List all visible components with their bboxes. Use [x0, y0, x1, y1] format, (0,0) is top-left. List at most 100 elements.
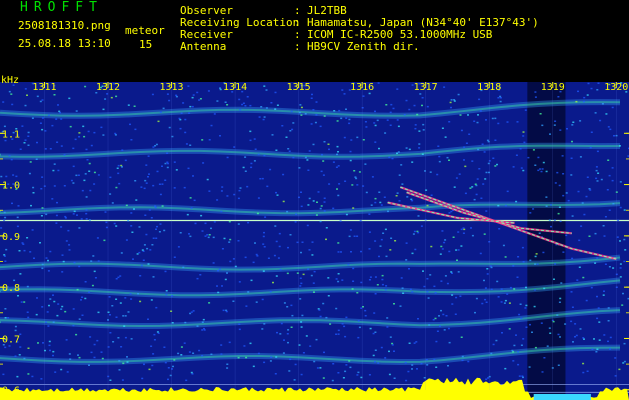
noise-pixel: [154, 145, 157, 147]
noise-pixel: [379, 201, 382, 204]
noise-pixel: [287, 246, 289, 249]
noise-pixel: [118, 360, 121, 362]
noise-pixel: [374, 124, 377, 127]
noise-pixel: [270, 356, 273, 358]
noise-pixel: [254, 242, 256, 244]
noise-pixel: [313, 291, 315, 293]
noise-pixel: [339, 220, 342, 222]
noise-pixel: [386, 317, 389, 319]
noise-pixel: [345, 213, 348, 216]
noise-pixel: [362, 95, 365, 97]
noise-pixel: [350, 251, 352, 253]
noise-pixel: [337, 165, 340, 167]
noise-pixel: [299, 277, 302, 279]
noise-pixel: [429, 171, 432, 173]
noise-pixel: [454, 313, 457, 315]
noise-pixel: [145, 233, 148, 236]
noise-pixel: [397, 151, 400, 153]
noise-pixel: [204, 235, 207, 237]
noise-pixel: [344, 180, 347, 182]
noise-pixel: [153, 333, 156, 336]
noise-pixel: [385, 255, 388, 258]
noise-pixel: [465, 142, 468, 144]
noise-pixel: [60, 145, 63, 147]
noise-pixel: [405, 259, 408, 261]
noise-pixel: [146, 247, 149, 250]
noise-pixel: [359, 220, 362, 222]
noise-pixel: [299, 298, 302, 300]
noise-pixel: [307, 169, 310, 171]
noise-pixel: [282, 173, 285, 176]
noise-pixel: [312, 109, 315, 111]
noise-pixel: [556, 171, 559, 174]
noise-pixel: [93, 270, 96, 273]
noise-pixel: [60, 368, 63, 371]
noise-pixel: [16, 225, 19, 228]
noise-pixel: [208, 190, 211, 192]
noise-pixel: [353, 170, 356, 172]
noise-pixel: [220, 190, 223, 192]
noise-pixel: [579, 328, 582, 330]
noise-pixel: [459, 114, 462, 116]
noise-pixel: [47, 114, 50, 117]
noise-pixel: [52, 321, 55, 323]
noise-pixel: [228, 241, 231, 243]
noise-pixel: [222, 309, 225, 312]
noise-pixel: [133, 208, 135, 210]
noise-pixel: [415, 341, 418, 343]
noise-pixel: [475, 193, 478, 196]
noise-pixel: [623, 209, 626, 211]
noise-pixel: [380, 238, 383, 241]
noise-pixel: [347, 263, 350, 266]
noise-pixel: [622, 292, 624, 295]
noise-pixel: [437, 145, 440, 147]
noise-pixel: [132, 258, 134, 260]
noise-pixel: [2, 101, 5, 103]
noise-pixel: [529, 323, 531, 326]
noise-pixel: [425, 189, 428, 191]
noise-pixel: [179, 127, 182, 130]
noise-pixel: [201, 329, 204, 331]
noise-pixel: [380, 204, 383, 206]
noise-pixel: [72, 182, 75, 184]
noise-pixel: [150, 217, 153, 219]
noise-pixel: [460, 245, 463, 247]
noise-pixel: [504, 204, 507, 207]
noise-pixel: [3, 254, 6, 256]
noise-pixel: [487, 162, 490, 165]
noise-pixel: [374, 276, 377, 278]
noise-pixel: [275, 356, 278, 358]
noise-pixel: [101, 357, 104, 360]
noise-pixel: [384, 228, 387, 231]
x-tick-label: 1316: [350, 82, 374, 93]
noise-pixel: [68, 97, 71, 100]
noise-pixel: [313, 270, 316, 273]
noise-pixel: [286, 210, 289, 213]
noise-pixel: [88, 364, 90, 366]
noise-pixel: [336, 188, 338, 190]
noise-pixel: [483, 279, 485, 282]
noise-pixel: [229, 260, 232, 263]
noise-pixel: [490, 352, 493, 355]
noise-pixel: [151, 364, 154, 367]
noise-pixel: [162, 107, 165, 110]
noise-pixel: [607, 340, 609, 343]
noise-pixel: [377, 82, 380, 84]
noise-pixel: [427, 297, 430, 299]
noise-pixel: [393, 303, 395, 305]
noise-pixel: [77, 354, 79, 356]
noise-pixel: [232, 258, 235, 260]
noise-pixel: [154, 205, 157, 207]
noise-pixel: [571, 140, 573, 143]
noise-pixel: [397, 125, 400, 128]
noise-pixel: [323, 201, 326, 203]
noise-pixel: [624, 249, 627, 251]
noise-pixel: [139, 300, 142, 303]
noise-pixel: [219, 88, 222, 91]
noise-pixel: [130, 212, 133, 214]
noise-pixel: [291, 128, 294, 131]
noise-pixel: [124, 336, 127, 339]
noise-pixel: [327, 277, 330, 279]
noise-pixel: [368, 231, 371, 233]
noise-pixel: [455, 177, 458, 179]
